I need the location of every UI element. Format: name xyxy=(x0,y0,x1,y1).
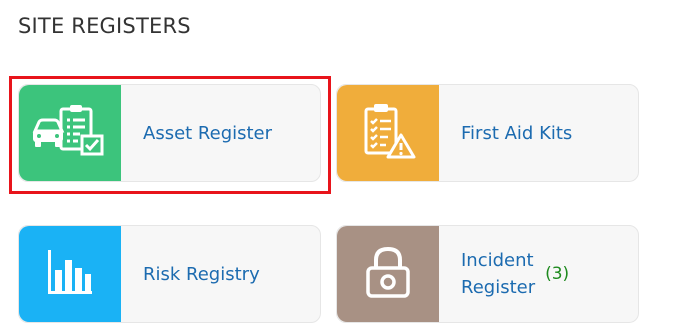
incident-register-card[interactable]: Incident Register (3) xyxy=(336,225,639,323)
first-aid-kits-tile xyxy=(337,85,439,181)
first-aid-checklist-icon xyxy=(358,101,418,166)
incident-register-label-line2: Register xyxy=(461,277,536,298)
risk-registry-card[interactable]: Risk Registry xyxy=(18,225,321,323)
incident-count-badge: (3) xyxy=(545,263,570,284)
first-aid-kits-link[interactable]: First Aid Kits xyxy=(461,85,572,181)
risk-registry-tile xyxy=(19,226,121,322)
risk-registry-link[interactable]: Risk Registry xyxy=(143,226,260,322)
incident-register-label-line1: Incident xyxy=(461,250,534,271)
incident-register-tile xyxy=(337,226,439,322)
selection-highlight xyxy=(9,76,331,194)
lock-icon xyxy=(364,246,412,303)
page-title: SITE REGISTERS xyxy=(18,14,191,38)
first-aid-kits-card[interactable]: First Aid Kits xyxy=(336,84,639,182)
bar-chart-icon xyxy=(46,248,94,301)
incident-register-link[interactable]: Incident Register (3) xyxy=(461,226,569,322)
